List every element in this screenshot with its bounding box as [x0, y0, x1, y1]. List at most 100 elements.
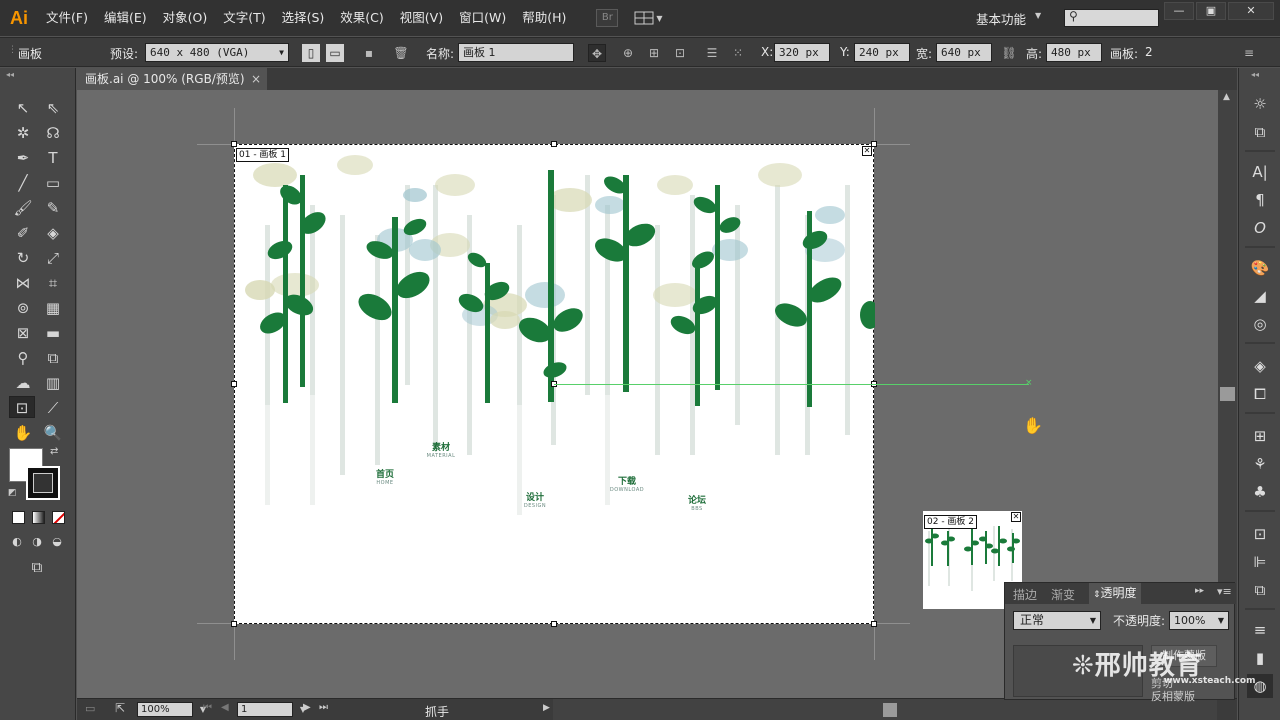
x-input[interactable]: 320 px	[774, 43, 830, 62]
magic-wand-tool[interactable]: ✲	[10, 122, 36, 144]
menu-help[interactable]: 帮助(H)	[514, 0, 574, 36]
pen-tool[interactable]: ✒	[10, 147, 36, 169]
paintbrush-tool[interactable]: 🖌	[10, 197, 36, 219]
status-menu-icon[interactable]: ▶	[543, 703, 550, 713]
scale-tool[interactable]: ⤢	[40, 247, 66, 269]
vertical-scroll-thumb[interactable]	[1220, 387, 1235, 401]
landscape-orientation-button[interactable]: ▭	[326, 44, 344, 62]
y-input[interactable]: 240 px	[854, 43, 910, 62]
artboard-number-select[interactable]: 1 ▼	[237, 702, 306, 717]
first-page-icon[interactable]: ⏮	[203, 702, 212, 713]
height-input[interactable]: 480 px	[1046, 43, 1102, 62]
export-icon[interactable]: ⇱	[115, 701, 125, 715]
tab-stroke[interactable]: 描边	[1013, 586, 1037, 603]
maximize-button[interactable]: ▣	[1196, 2, 1226, 20]
character-panel-button[interactable]: A|	[1247, 160, 1273, 184]
transform-panel-button[interactable]: ⊡	[1247, 522, 1273, 546]
gradient-swatch-panel-button[interactable]: ▮	[1247, 646, 1273, 670]
pencil-tool[interactable]: ✎	[40, 197, 66, 219]
move-copy-artwork-button[interactable]: ✥	[588, 44, 606, 62]
resize-handle[interactable]	[871, 621, 877, 627]
links-panel-button[interactable]: ⧠	[1247, 382, 1273, 406]
new-artboard-button[interactable]: ▪	[360, 44, 378, 62]
artboard-2-label[interactable]: 02 - 画板 2	[924, 515, 978, 529]
resize-handle[interactable]	[231, 621, 237, 627]
workspace-switcher[interactable]: 基本功能	[976, 9, 1026, 28]
last-page-icon[interactable]: ⏭	[319, 702, 328, 713]
color-panel-button[interactable]: ◎	[1247, 312, 1273, 336]
expand-panels-icon[interactable]: ◂◂	[1251, 70, 1259, 79]
align-panel-button[interactable]: ⊫	[1247, 550, 1273, 574]
next-page-icon[interactable]: ▶	[303, 702, 311, 713]
collapse-panel-icon[interactable]: ◂◂	[6, 70, 14, 79]
layers-panel-button[interactable]: ◈	[1247, 354, 1273, 378]
zoom-tool[interactable]: 🔍	[40, 422, 66, 444]
opentype-panel-button[interactable]: O	[1247, 216, 1273, 240]
menu-type[interactable]: 文字(T)	[215, 0, 273, 36]
reference-point-button[interactable]: ⁙	[729, 44, 747, 62]
symbol-sprayer-tool[interactable]: ☁	[10, 372, 36, 394]
invert-mask-checkbox[interactable]: 反相蒙版	[1151, 688, 1195, 704]
width-tool[interactable]: ⋈	[10, 272, 36, 294]
type-tool[interactable]: T	[40, 147, 66, 169]
screen-mode-button[interactable]: ⧉	[24, 556, 50, 578]
mesh-tool[interactable]: ⊠	[10, 322, 36, 344]
menu-view[interactable]: 视图(V)	[392, 0, 451, 36]
pathfinder-panel-button[interactable]: ⧉	[1247, 578, 1273, 602]
color-guide-panel-button[interactable]: ☼	[1247, 92, 1273, 116]
resize-handle[interactable]	[551, 621, 557, 627]
symbols-panel-button[interactable]: ♣	[1247, 480, 1273, 504]
tab-transparency[interactable]: ⇕透明度	[1089, 583, 1141, 604]
show-center-mark-button[interactable]: ⊕	[619, 44, 637, 62]
app-logo[interactable]: Ai	[0, 0, 38, 36]
menu-object[interactable]: 对象(O)	[155, 0, 216, 36]
eyedropper-tool[interactable]: ⚲	[10, 347, 36, 369]
panel-menu-icon[interactable]: ▾≡	[1217, 585, 1232, 598]
document-tab[interactable]: 画板.ai @ 100% (RGB/预览) ×	[77, 68, 267, 90]
stroke-color-swatch[interactable]	[26, 466, 60, 500]
collapse-panel-icon[interactable]: ▸▸	[1195, 586, 1204, 596]
horizontal-scrollbar[interactable]	[553, 699, 1217, 720]
zoom-level-select[interactable]: 100% ▼	[137, 702, 206, 717]
rectangle-tool[interactable]: ▭	[40, 172, 66, 194]
slice-tool[interactable]: ⟋	[40, 397, 66, 419]
close-tab-icon[interactable]: ×	[251, 68, 261, 90]
brushes-grid-panel-button[interactable]: ⊞	[1247, 424, 1273, 448]
minimize-button[interactable]: —	[1164, 2, 1194, 20]
delete-artboard-icon[interactable]: ✕	[1011, 512, 1021, 522]
horizontal-scroll-thumb[interactable]	[883, 703, 897, 717]
gradient-mode-button[interactable]	[32, 511, 45, 524]
color-mode-button[interactable]	[12, 511, 25, 524]
blend-mode-select[interactable]: 正常 ▼	[1013, 611, 1101, 630]
swatches-panel-button[interactable]: 🎨	[1247, 256, 1273, 280]
default-colors-icon[interactable]: ◩	[8, 488, 17, 498]
blob-brush-tool[interactable]: ✐	[10, 222, 36, 244]
constrain-proportions-button[interactable]: ⛓	[1000, 44, 1018, 62]
free-transform-tool[interactable]: ⌗	[40, 272, 66, 294]
menu-select[interactable]: 选择(S)	[274, 0, 333, 36]
resize-handle[interactable]	[551, 141, 557, 147]
menu-edit[interactable]: 编辑(E)	[96, 0, 155, 36]
preset-select[interactable]: 640 x 480 (VGA) ▼	[145, 43, 289, 62]
artboards-panel-button[interactable]: ⧉	[1247, 120, 1273, 144]
arrange-documents-button[interactable]: ▼	[634, 8, 666, 28]
perspective-grid-tool[interactable]: ▦	[40, 297, 66, 319]
help-search-input[interactable]: ⚲	[1064, 9, 1159, 27]
shape-builder-tool[interactable]: ⊚	[10, 297, 36, 319]
artboard-tool[interactable]: ⊡	[9, 396, 35, 418]
direct-selection-tool[interactable]: ⇖	[40, 97, 66, 119]
width-input[interactable]: 640 px	[936, 43, 992, 62]
blend-tool[interactable]: ⧉	[40, 347, 66, 369]
draw-inside-button[interactable]: ◒	[48, 531, 66, 553]
column-graph-tool[interactable]: ▥	[40, 372, 66, 394]
prev-page-icon[interactable]: ◀	[221, 702, 229, 713]
bridge-button[interactable]: Br	[596, 9, 619, 27]
portrait-orientation-button[interactable]: ▯	[302, 44, 320, 62]
delete-artboard-icon[interactable]: ✕	[862, 146, 872, 156]
brushes-panel-button[interactable]: ⚘	[1247, 452, 1273, 476]
menu-file[interactable]: 文件(F)	[38, 0, 96, 36]
selection-tool[interactable]: ↖	[10, 97, 36, 119]
paragraph-panel-button[interactable]: ¶	[1247, 188, 1273, 212]
close-window-button[interactable]: ✕	[1228, 2, 1274, 20]
artboard-options-button[interactable]: ☰	[703, 44, 721, 62]
